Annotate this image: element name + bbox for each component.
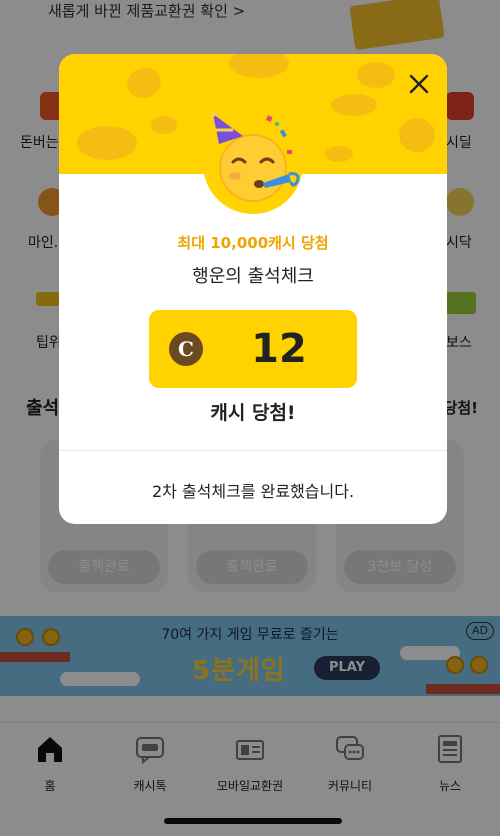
prize-caption: 최대 10,000캐시 당첨	[177, 234, 329, 252]
coin-decoration	[151, 116, 177, 134]
coin-decoration	[325, 146, 353, 162]
completion-message: 2차 출석체크를 완료했습니다.	[151, 482, 355, 501]
partying-face-icon	[210, 111, 300, 202]
modal-title: 행운의 출석체크	[192, 266, 314, 287]
modal-divider	[59, 450, 447, 451]
reward-won-text: 캐시 당첨!	[210, 402, 296, 424]
coin-decoration	[77, 126, 137, 160]
cash-amount: 12	[251, 326, 307, 372]
cash-reward-box: C 12	[149, 310, 357, 388]
coin-decoration	[399, 118, 435, 152]
attendance-modal: 최대 10,000캐시 당첨 행운의 출석체크 C 12 캐시 당첨! 2차 출…	[59, 54, 447, 524]
cash-coin-icon: C	[169, 332, 203, 366]
coin-decoration	[229, 54, 289, 78]
coin-decoration	[357, 62, 395, 88]
coin-decoration	[122, 63, 166, 103]
coin-decoration	[331, 94, 377, 116]
close-icon[interactable]	[403, 68, 435, 100]
